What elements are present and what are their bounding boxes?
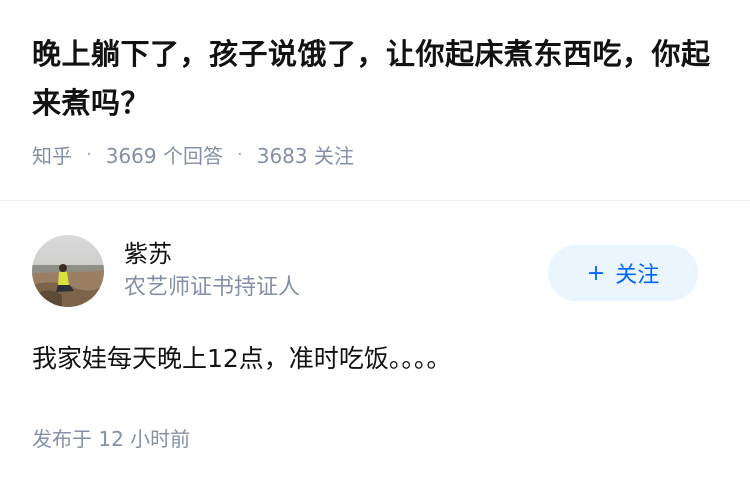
author-info: 紫苏 农艺师证书持证人	[124, 238, 300, 304]
publish-time: 发布于 12 小时前	[32, 427, 191, 451]
question-card: 晚上躺下了，孩子说饿了，让你起床煮东西吃，你起来煮吗？ 知乎 · 3669 个回…	[0, 0, 750, 172]
source-label[interactable]: 知乎	[32, 140, 72, 169]
avatar[interactable]	[32, 235, 104, 307]
question-meta: 知乎 · 3669 个回答 · 3683 关注	[32, 140, 718, 169]
separator-dot: ·	[86, 144, 92, 165]
question-title[interactable]: 晚上躺下了，孩子说饿了，让你起床煮东西吃，你起来煮吗？	[32, 30, 718, 128]
author-bio: 农艺师证书持证人	[124, 275, 301, 300]
followers-count: 3683 关注	[256, 144, 354, 168]
author-name[interactable]: 紫苏	[124, 238, 300, 270]
plus-icon: +	[586, 260, 606, 286]
answer-content[interactable]: 我家娃每天晚上12点，准时吃饭。。。。	[32, 339, 718, 379]
separator-dot: ·	[237, 144, 243, 165]
answers-count[interactable]: 3669 个回答	[106, 140, 223, 169]
answer-card: 紫苏 农艺师证书持证人 + 关注 我家娃每天晚上12点，准时吃饭。。。。 发布于…	[0, 201, 750, 452]
avatar-image	[32, 235, 104, 307]
follow-label: 关注	[615, 263, 660, 288]
follow-button[interactable]: + 关注	[548, 245, 698, 301]
